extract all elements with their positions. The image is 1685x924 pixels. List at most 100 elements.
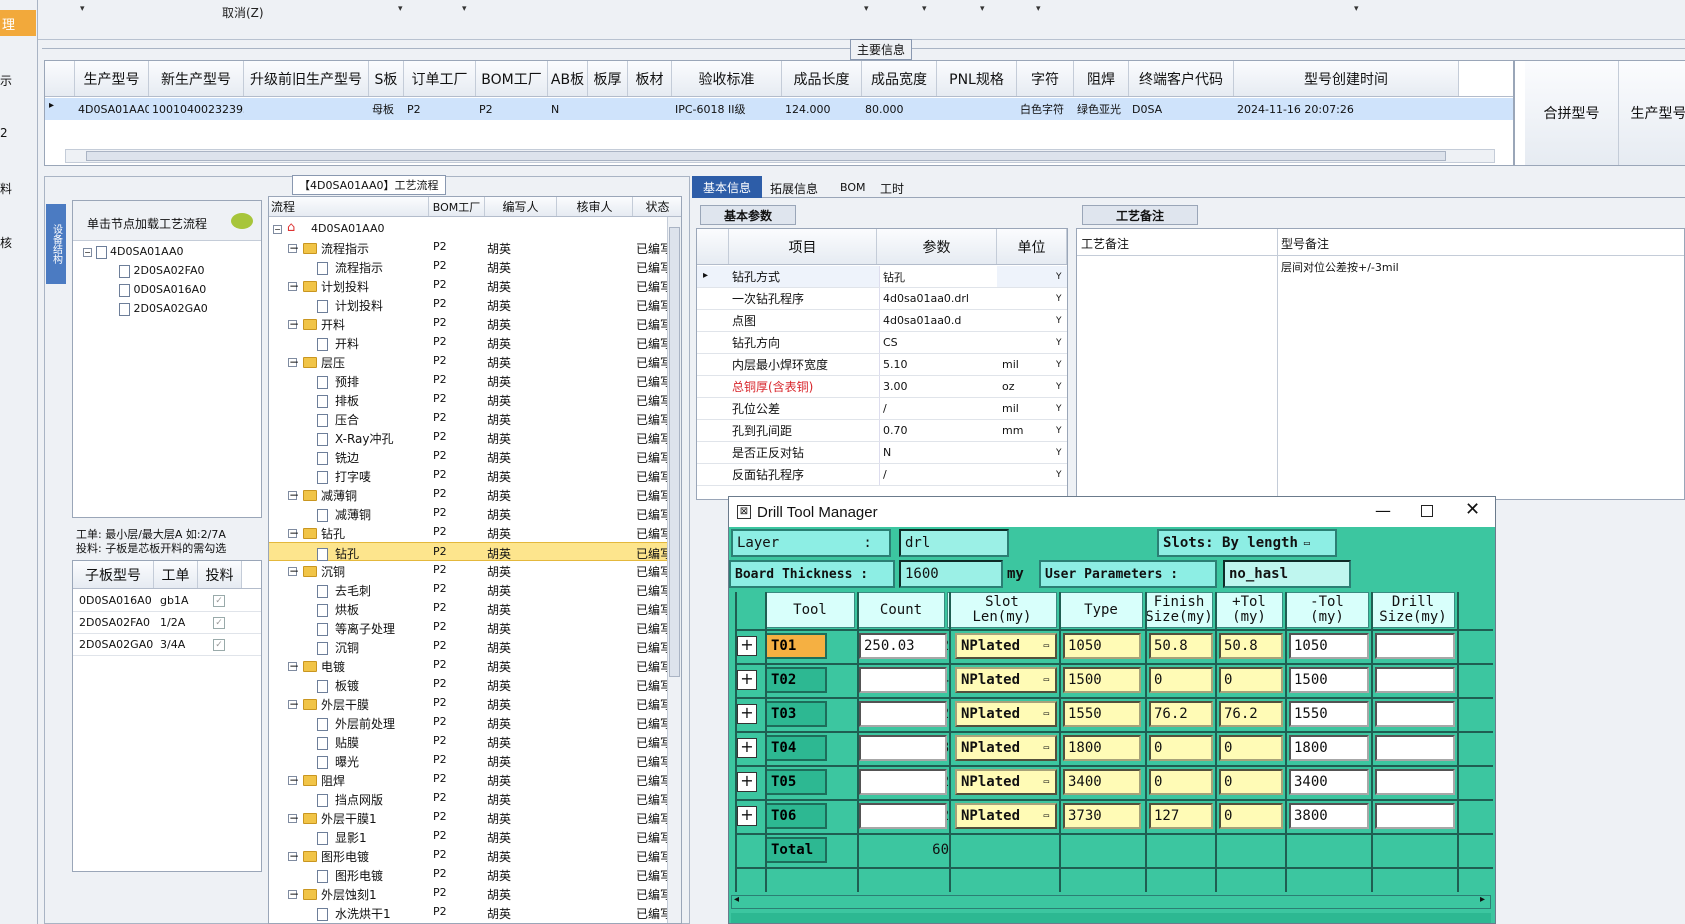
vertical-tab[interactable]: 设备结构 (46, 204, 66, 284)
table-row[interactable]: 钻孔 P2 胡英 已编写 (269, 542, 668, 561)
col-header[interactable]: -Tol (my) (1285, 592, 1369, 628)
dropdown-icon[interactable]: ▭ (1044, 641, 1049, 651)
col-header[interactable]: 参数 (877, 229, 997, 264)
plus-tol-field[interactable]: 76.2 (1149, 701, 1213, 727)
col-header[interactable]: 成品宽度 (862, 61, 937, 96)
drill-des-field[interactable] (1375, 667, 1455, 693)
tree-child[interactable]: 0D0SA016A0 (119, 283, 206, 297)
table-row[interactable]: 减薄铜 P2 胡英 已编写 (269, 504, 668, 523)
table-row[interactable]: −流程指示P2胡英已编写 (269, 238, 668, 257)
col-header[interactable]: 型号创建时间 (1234, 61, 1459, 96)
table-row[interactable]: 烘板 P2 胡英 已编写 (269, 599, 668, 618)
col-header[interactable]: 流程 (269, 197, 429, 216)
type-dropdown[interactable]: NPlated ▭ (955, 667, 1057, 693)
param-value[interactable]: CS (879, 332, 997, 353)
table-row[interactable]: 沉铜 P2 胡英 已编写 (269, 637, 668, 656)
tree-root[interactable]: − 4D0SA01AA0 (83, 245, 184, 259)
chevron-down-icon[interactable]: ▾ (922, 4, 927, 14)
tool-id[interactable]: T05 (765, 769, 827, 795)
minus-tol-field[interactable]: 0 (1219, 667, 1283, 693)
finish-size-field[interactable]: 1500 (1063, 667, 1141, 693)
dropdown-icon[interactable]: ▭ (1044, 811, 1049, 821)
table-row[interactable]: −外层蚀刻1P2胡英已编写 (269, 884, 668, 903)
checkbox[interactable]: ✓ (213, 595, 225, 607)
minus-tol-field[interactable]: 50.8 (1219, 633, 1283, 659)
minus-tol-field[interactable]: 76.2 (1219, 701, 1283, 727)
tab-bom[interactable]: BOM (840, 181, 866, 194)
col-header[interactable]: S板 (369, 61, 404, 96)
col-header[interactable]: AB板 (548, 61, 588, 96)
drill-size-field[interactable]: 3400 (1289, 769, 1369, 795)
table-row[interactable]: −钻孔P2胡英已编写 (269, 523, 668, 542)
finish-size-field[interactable]: 3400 (1063, 769, 1141, 795)
tool-id[interactable]: T02 (765, 667, 827, 693)
slot-length-field[interactable] (859, 701, 947, 727)
table-row[interactable]: −外层干膜1P2胡英已编写 (269, 808, 668, 827)
col-header[interactable]: 状态 (633, 197, 681, 216)
dropdown-icon[interactable]: ▭ (1044, 743, 1049, 753)
col-header[interactable]: 成品长度 (782, 61, 862, 96)
table-row[interactable]: −减薄铜P2胡英已编写 (269, 485, 668, 504)
table-row[interactable]: 挡点网版 P2 胡英 已编写 (269, 789, 668, 808)
type-dropdown[interactable]: NPlated ▭ (955, 735, 1057, 761)
drill-size-field[interactable]: 1050 (1289, 633, 1369, 659)
drill-des-field[interactable] (1375, 769, 1455, 795)
slot-length-field[interactable] (859, 769, 947, 795)
dropdown-icon[interactable]: ▭ (1044, 777, 1049, 787)
minus-tol-field[interactable]: 0 (1219, 769, 1283, 795)
chevron-down-icon[interactable]: ▾ (462, 4, 467, 14)
col-header[interactable]: 升级前旧生产型号 (244, 61, 369, 96)
param-value[interactable]: 4d0sa01aa0.d (879, 310, 997, 331)
table-row[interactable]: 水洗烘干1 P2 胡英 已编写 (269, 903, 668, 922)
expand-tool-icon[interactable]: + (737, 636, 757, 656)
slot-length-field[interactable] (859, 803, 947, 829)
plus-tol-field[interactable]: 0 (1149, 769, 1213, 795)
tool-id[interactable]: T04 (765, 735, 827, 761)
table-row[interactable]: 0D0SA016A0 gb1A ✓ (73, 590, 261, 612)
chevron-down-icon[interactable]: ▾ (980, 4, 985, 14)
col-header[interactable]: 阻焊 (1074, 61, 1129, 96)
scroll-right-icon[interactable]: ▸ (1480, 894, 1485, 905)
type-dropdown[interactable]: NPlated ▭ (955, 701, 1057, 727)
col-header[interactable]: BOM工厂 (476, 61, 548, 96)
col-header[interactable]: PNL规格 (937, 61, 1017, 96)
expand-tool-icon[interactable]: + (737, 806, 757, 826)
slot-length-field[interactable] (859, 735, 947, 761)
expand-tool-icon[interactable]: + (737, 772, 757, 792)
table-row[interactable]: 流程指示 P2 胡英 已编写 (269, 257, 668, 276)
table-row[interactable]: 外层前处理 P2 胡英 已编写 (269, 713, 668, 732)
col-header[interactable]: 字符 (1017, 61, 1074, 96)
vertical-scrollbar[interactable] (667, 217, 681, 923)
col-header[interactable]: Tool (765, 592, 855, 628)
plus-tol-field[interactable]: 0 (1149, 667, 1213, 693)
sidebar-item-active[interactable]: 理 (0, 10, 36, 36)
col-header[interactable]: Count (857, 592, 945, 628)
dropdown-icon[interactable]: ▭ (1044, 675, 1049, 685)
table-row[interactable]: 点图 4d0sa01aa0.d Y (697, 310, 1067, 332)
col-header[interactable]: 编写人 (485, 197, 557, 216)
col-header[interactable]: 项目 (729, 229, 877, 264)
type-dropdown[interactable]: NPlated ▭ (955, 803, 1057, 829)
table-row[interactable]: −外层干膜P2胡英已编写 (269, 694, 668, 713)
tab-extended-info[interactable]: 拓展信息 (770, 180, 818, 197)
table-row[interactable]: 图形电镀 P2 胡英 已编写 (269, 865, 668, 884)
table-row[interactable]: 贴膜 P2 胡英 已编写 (269, 732, 668, 751)
dropdown-icon[interactable]: ▭ (1044, 709, 1049, 719)
table-row[interactable]: −图形电镀P2胡英已编写 (269, 846, 668, 865)
slot-length-field[interactable] (859, 667, 947, 693)
expand-tool-icon[interactable]: + (737, 704, 757, 724)
minus-tol-field[interactable]: 0 (1219, 735, 1283, 761)
table-row[interactable]: 去毛刺 P2 胡英 已编写 (269, 580, 668, 599)
drill-des-field[interactable] (1375, 633, 1455, 659)
collapse-icon[interactable]: − (273, 222, 282, 236)
chevron-down-icon[interactable]: ▾ (398, 4, 403, 14)
col-header[interactable]: 生产型号 (75, 61, 149, 96)
param-value[interactable]: / (879, 398, 997, 419)
chevron-down-icon[interactable]: ▾ (80, 4, 85, 14)
table-row[interactable]: −计划投料P2胡英已编写 (269, 276, 668, 295)
col-header[interactable]: 投料 (198, 561, 242, 588)
table-row[interactable]: −层压P2胡英已编写 (269, 352, 668, 371)
sidebar-item[interactable]: 料 (0, 180, 12, 197)
table-row[interactable]: 预排 P2 胡英 已编写 (269, 371, 668, 390)
col-header[interactable]: 验收标准 (672, 61, 782, 96)
